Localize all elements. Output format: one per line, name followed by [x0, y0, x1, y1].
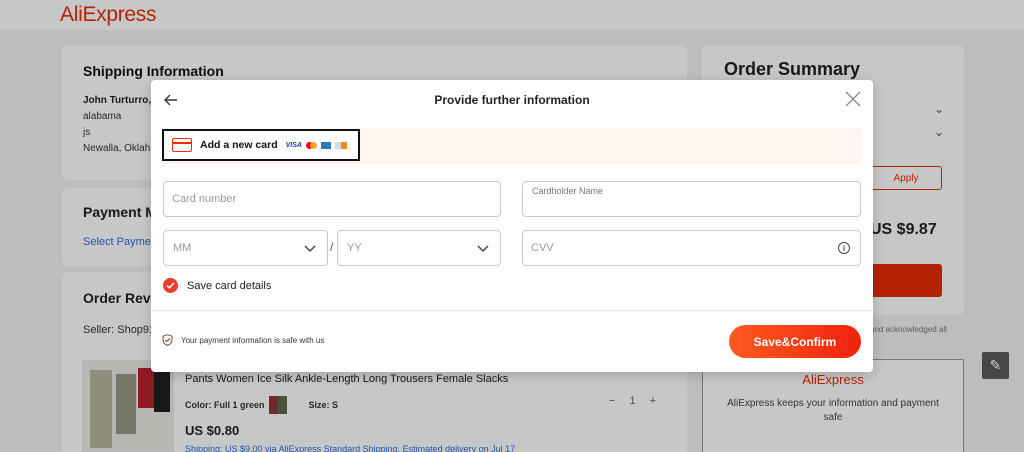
- discover-icon: [334, 141, 347, 149]
- shield-icon: [162, 334, 173, 346]
- cvv-input[interactable]: [523, 231, 860, 265]
- mastercard-icon: [305, 141, 317, 149]
- secure-notice-text: Your payment information is safe with us: [181, 335, 325, 345]
- add-new-card-label: Add a new card: [200, 139, 278, 151]
- card-number-field: [163, 181, 501, 217]
- cardholder-name-field: Cardholder Name: [522, 181, 861, 217]
- cardholder-name-label: Cardholder Name: [532, 186, 604, 196]
- info-icon[interactable]: i: [838, 242, 850, 254]
- expiry-month-placeholder: MM: [173, 242, 192, 254]
- credit-card-icon: [172, 138, 192, 152]
- amex-icon: [320, 141, 331, 149]
- secure-notice: Your payment information is safe with us: [162, 334, 324, 346]
- modal-title: Provide further information: [434, 93, 590, 107]
- save-card-checkbox[interactable]: [163, 278, 178, 293]
- expiry-year-placeholder: YY: [347, 242, 362, 254]
- modal-divider: [151, 310, 873, 311]
- payment-method-row: Add a new card VISA: [162, 128, 861, 164]
- save-card-label: Save card details: [187, 279, 272, 292]
- close-icon[interactable]: [843, 89, 863, 109]
- add-new-card-tab[interactable]: Add a new card VISA: [162, 129, 360, 161]
- card-number-input[interactable]: [164, 182, 500, 216]
- payment-details-modal: Provide further information Add a new ca…: [151, 80, 873, 372]
- expiry-month-select[interactable]: MM: [163, 230, 328, 266]
- chevron-down-icon: [477, 245, 489, 253]
- save-confirm-button[interactable]: Save&Confirm: [729, 325, 861, 358]
- expiry-year-select[interactable]: YY: [337, 230, 501, 266]
- chevron-down-icon: [304, 245, 316, 253]
- visa-icon: VISA: [285, 141, 302, 149]
- date-separator: /: [330, 240, 334, 254]
- checkmark-icon: [166, 282, 175, 289]
- cvv-field: i: [522, 230, 861, 266]
- save-card-row: Save card details: [163, 278, 271, 293]
